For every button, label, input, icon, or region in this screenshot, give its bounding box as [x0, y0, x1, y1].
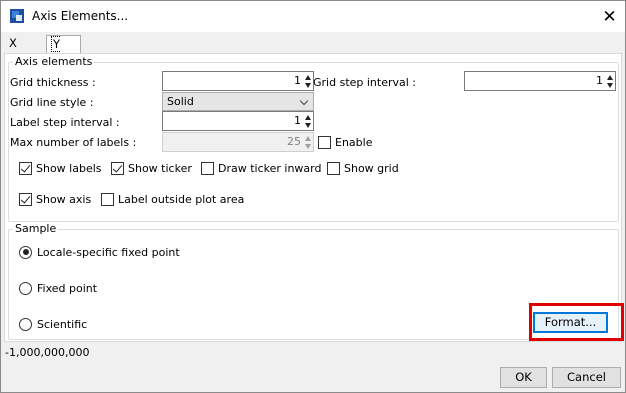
radio-fixed-point[interactable]: Fixed point [19, 280, 97, 296]
radio-icon [19, 317, 32, 331]
grid-step-interval-label: Grid step interval : [313, 76, 417, 89]
show-grid-checkbox[interactable]: Show grid [327, 160, 399, 176]
radio-locale-fixed-point[interactable]: Locale-specific fixed point [19, 244, 180, 260]
show-labels-label: Show labels [36, 161, 102, 175]
show-labels-checkbox[interactable]: Show labels [19, 160, 102, 176]
sample-group-title: Sample [13, 222, 59, 235]
spinner-arrows-icon[interactable] [303, 112, 313, 130]
label-step-interval-value: 1 [294, 114, 301, 127]
radio-scientific[interactable]: Scientific [19, 316, 87, 332]
scientific-label: Scientific [37, 317, 88, 331]
axis-elements-dialog: Axis Elements... ✕ X axis Y axis Axis el… [0, 0, 626, 393]
checkbox-checked-icon [19, 192, 32, 206]
enable-label: Enable [335, 135, 373, 149]
grid-thickness-value: 1 [294, 74, 301, 87]
show-grid-label: Show grid [344, 161, 399, 175]
axis-elements-group-title: Axis elements [13, 55, 95, 68]
spinner-arrows-icon [303, 133, 313, 151]
tab-panel: Axis elements Grid thickness : 1 Grid st… [4, 53, 622, 342]
max-labels-value: 25 [287, 135, 301, 148]
grid-thickness-label: Grid thickness : [10, 76, 96, 89]
enable-checkbox[interactable]: Enable [318, 134, 372, 150]
grid-line-style-value: Solid [167, 95, 194, 108]
checkbox-icon [318, 135, 331, 149]
label-outside-label: Label outside plot area [118, 192, 245, 206]
close-button[interactable]: ✕ [594, 1, 625, 32]
close-icon: ✕ [602, 6, 617, 27]
cancel-button[interactable]: Cancel [552, 367, 621, 388]
dialog-title: Axis Elements... [32, 9, 129, 23]
fixed-point-label: Fixed point [37, 281, 98, 295]
show-ticker-checkbox[interactable]: Show ticker [111, 160, 192, 176]
checkbox-icon [201, 161, 214, 175]
spinner-arrows-icon[interactable] [303, 72, 313, 90]
chevron-down-icon [299, 96, 309, 106]
grid-step-interval-value: 1 [596, 74, 603, 87]
show-axis-checkbox[interactable]: Show axis [19, 191, 91, 207]
checkbox-checked-icon [111, 161, 124, 175]
app-icon [10, 9, 24, 23]
grid-line-style-select[interactable]: Solid [162, 92, 314, 111]
checkbox-icon [101, 192, 114, 206]
draw-ticker-inward-label: Draw ticker inward [218, 161, 322, 175]
tab-x-axis[interactable]: X axis [6, 35, 35, 67]
locale-fixed-point-label: Locale-specific fixed point [37, 245, 180, 259]
show-ticker-label: Show ticker [128, 161, 192, 175]
checkbox-icon [327, 161, 340, 175]
tab-y-axis[interactable]: Y axis [46, 35, 82, 69]
radio-icon [19, 281, 32, 295]
ok-button[interactable]: OK [500, 367, 547, 388]
grid-thickness-spinner[interactable]: 1 [162, 71, 314, 91]
show-axis-label: Show axis [36, 192, 92, 206]
checkbox-checked-icon [19, 161, 32, 175]
grid-step-interval-spinner[interactable]: 1 [464, 71, 616, 91]
title-bar: Axis Elements... ✕ [1, 1, 625, 32]
max-labels-spinner: 25 [162, 132, 314, 152]
sample-value: -1,000,000,000 [5, 346, 90, 359]
max-labels-label: Max number of labels : [10, 136, 137, 149]
grid-line-style-label: Grid line style : [10, 96, 94, 109]
label-step-interval-label: Label step interval : [10, 116, 120, 129]
label-outside-checkbox[interactable]: Label outside plot area [101, 191, 244, 207]
format-button-highlight [529, 303, 624, 341]
label-step-interval-spinner[interactable]: 1 [162, 111, 314, 131]
spinner-arrows-icon[interactable] [605, 72, 615, 90]
draw-ticker-inward-checkbox[interactable]: Draw ticker inward [201, 160, 322, 176]
radio-selected-icon [19, 245, 32, 259]
